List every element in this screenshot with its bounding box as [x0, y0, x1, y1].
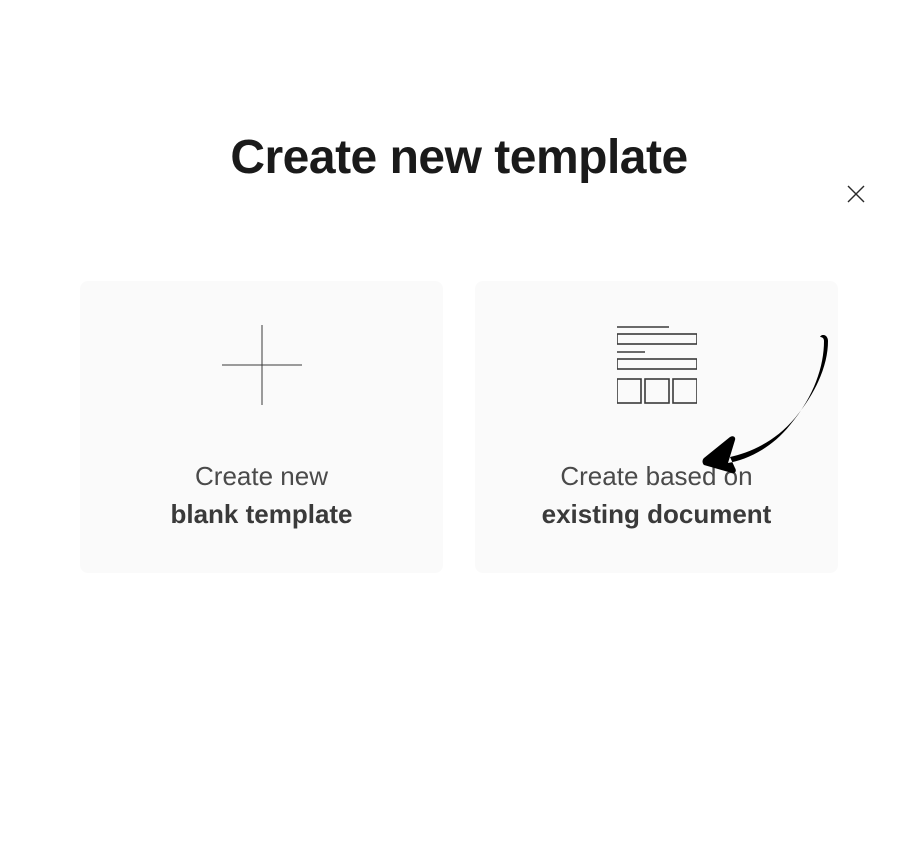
existing-line1: Create based on — [542, 458, 772, 496]
blank-line1: Create new — [170, 458, 352, 496]
close-button[interactable] — [842, 182, 870, 210]
create-from-existing-card[interactable]: Create based on existing document — [475, 281, 838, 573]
blank-template-label: Create new blank template — [170, 458, 352, 533]
modal-title: Create new template — [0, 130, 918, 185]
blank-line2: blank template — [170, 496, 352, 534]
plus-icon — [222, 320, 302, 410]
template-options: Create new blank template Create based o… — [0, 281, 918, 573]
close-icon — [844, 182, 868, 211]
existing-document-label: Create based on existing document — [542, 458, 772, 533]
existing-line2: existing document — [542, 496, 772, 534]
create-blank-template-card[interactable]: Create new blank template — [80, 281, 443, 573]
document-icon — [617, 320, 697, 410]
